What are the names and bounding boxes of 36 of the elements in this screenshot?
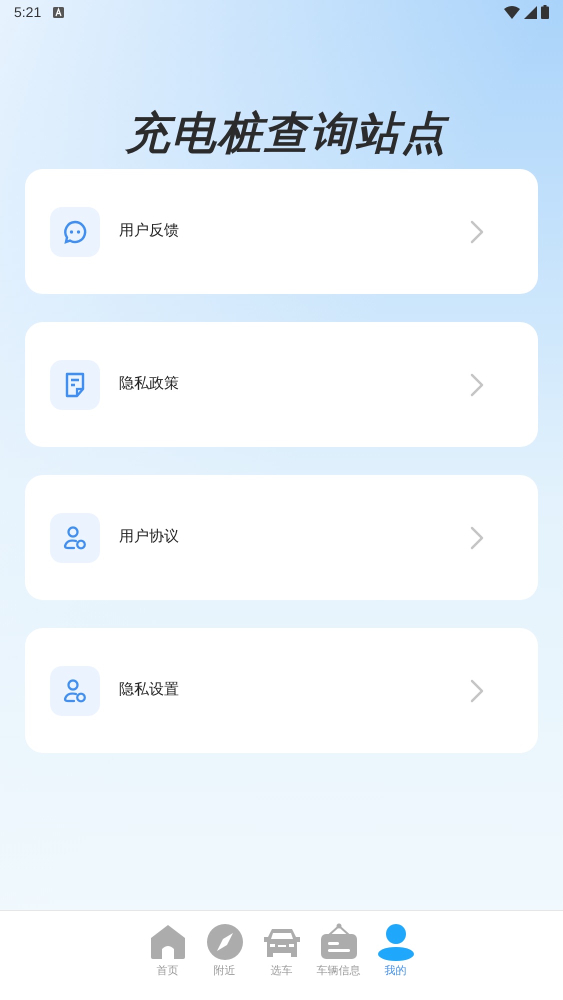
tab-label: 车辆信息 [316, 964, 360, 978]
chevron-right-icon [470, 678, 484, 702]
tab-label: 附近 [214, 964, 236, 978]
tab-item[interactable]: 选车 [258, 923, 304, 985]
document-icon [64, 372, 86, 398]
chevron-right-icon [470, 526, 484, 550]
menu-item[interactable]: 隐私政策 [25, 322, 538, 447]
page-title: 充电桩查询站点 [124, 112, 448, 160]
signal-icon [524, 6, 537, 18]
status-time: 5:21 [14, 2, 42, 22]
tab-item[interactable]: 首页 [144, 923, 190, 985]
menu-label: 用户协议 [119, 527, 180, 548]
tab-label: 选车 [270, 964, 292, 978]
notification-icon [53, 6, 64, 18]
menu-item[interactable]: 隐私设置 [25, 628, 538, 753]
user-shield-icon [62, 524, 88, 550]
tab-label: 首页 [156, 964, 178, 978]
chevron-right-icon [470, 372, 484, 396]
tab-item[interactable]: 我的 [372, 923, 418, 985]
house-icon [148, 923, 186, 961]
chevron-right-icon [470, 220, 484, 244]
wifi-icon [504, 6, 520, 18]
person-icon [376, 923, 414, 961]
menu-item[interactable]: 用户反馈 [25, 169, 538, 294]
compass-icon [206, 923, 244, 961]
hanging-sign-icon [320, 923, 358, 961]
menu-label: 隐私设置 [119, 680, 180, 700]
menu-item[interactable]: 用户协议 [25, 475, 538, 600]
menu-label: 隐私政策 [119, 374, 180, 394]
tab-item[interactable]: 附近 [202, 923, 248, 985]
battery-icon [541, 5, 549, 19]
chat-bubble-icon [62, 218, 88, 244]
tab-label: 我的 [384, 964, 406, 978]
user-shield-icon [62, 678, 88, 704]
menu-label: 用户反馈 [119, 221, 180, 242]
tab-item[interactable]: 车辆信息 [316, 923, 362, 985]
